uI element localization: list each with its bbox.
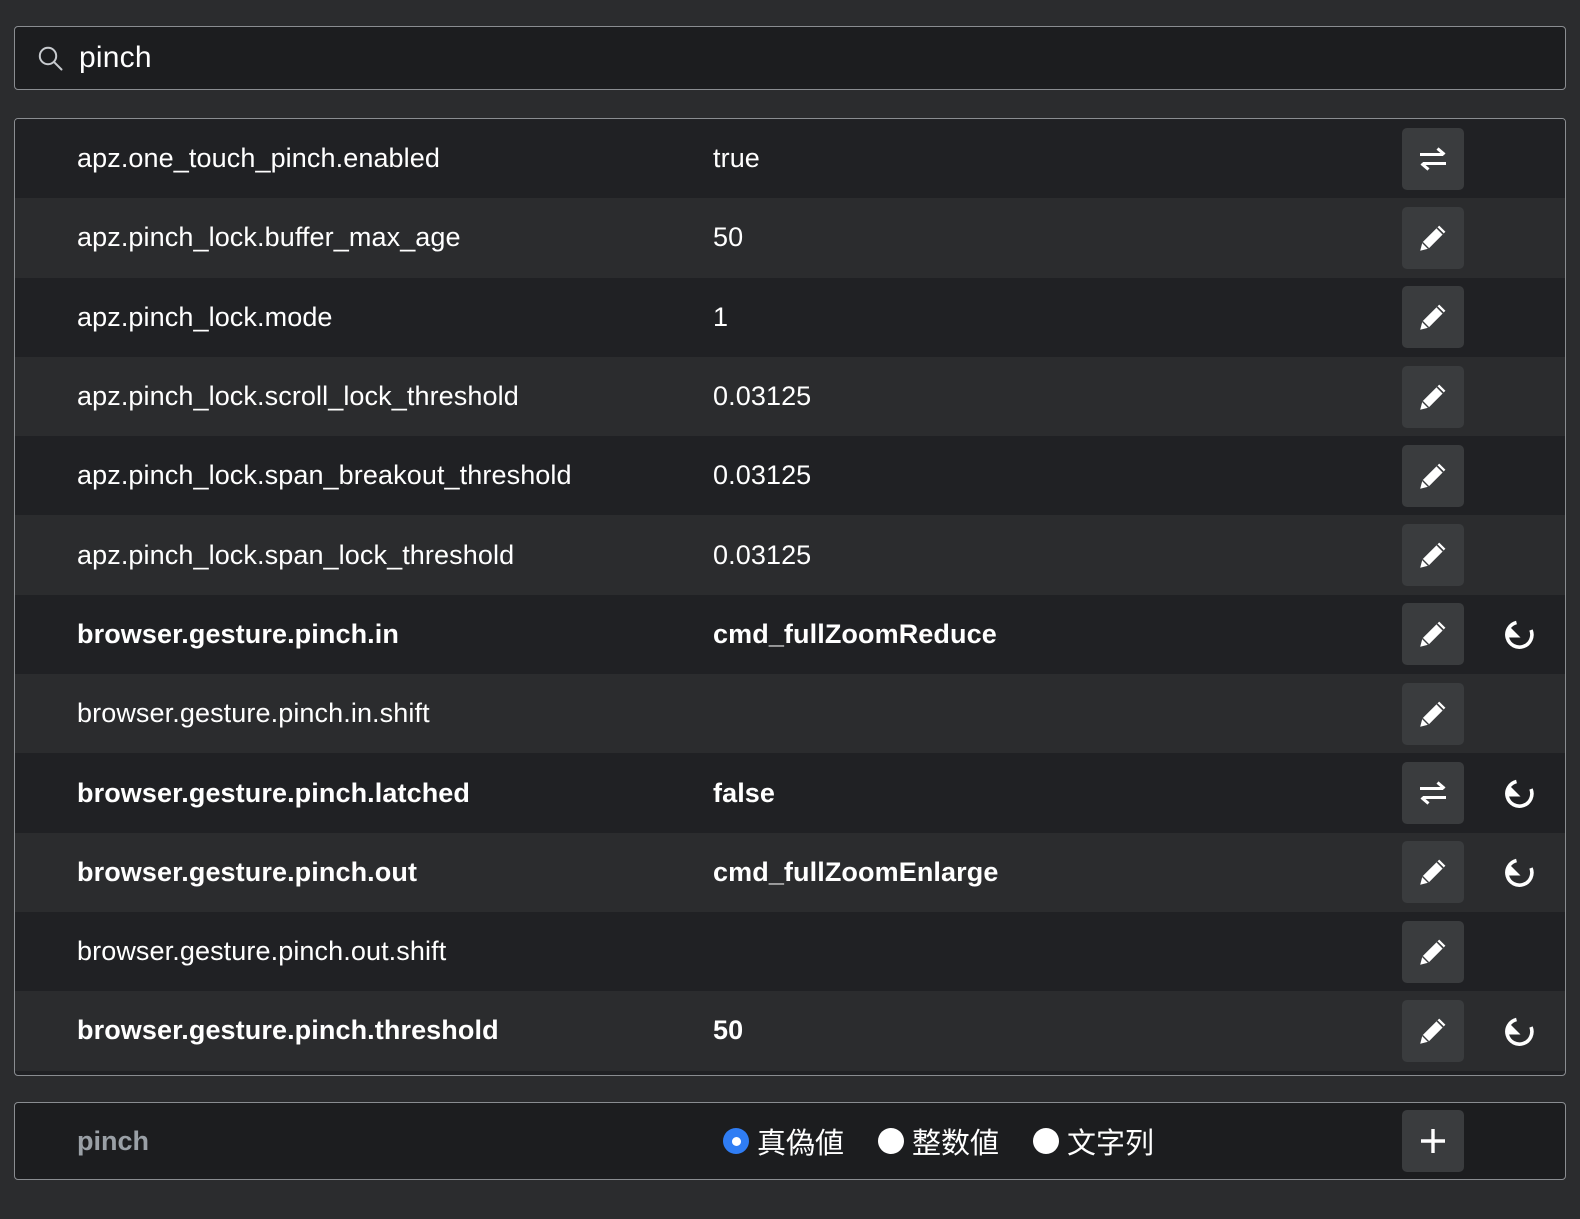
undo-icon bbox=[1499, 612, 1543, 656]
table-row[interactable]: apz.pinch_lock.mode 1 bbox=[15, 277, 1565, 357]
table-row[interactable]: browser.gesture.pinch.in cmd_fullZoomRedu… bbox=[15, 594, 1565, 675]
table-row[interactable]: browser.gesture.pinch.threshold 50 bbox=[15, 991, 1565, 1071]
table-row[interactable]: browser.gesture.pinch.in.shift bbox=[15, 674, 1565, 754]
edit-pref-button[interactable] bbox=[1402, 524, 1464, 587]
search-input[interactable]: pinch bbox=[14, 26, 1566, 90]
pref-name: apz.pinch_lock.scroll_lock_threshold bbox=[77, 381, 519, 412]
edit-pref-button[interactable] bbox=[1402, 841, 1464, 904]
table-row[interactable]: apz.pinch_lock.scroll_lock_threshold 0.03… bbox=[15, 356, 1565, 437]
pref-value: false bbox=[713, 777, 776, 808]
pref-name: apz.pinch_lock.buffer_max_age bbox=[77, 222, 461, 253]
reset-pref-button[interactable] bbox=[1493, 765, 1549, 821]
pref-value: 0.03125 bbox=[713, 539, 812, 570]
pencil-icon bbox=[1416, 459, 1450, 493]
pref-name: browser.gesture.pinch.in.shift bbox=[77, 698, 430, 729]
edit-pref-button[interactable] bbox=[1402, 682, 1464, 745]
pref-name: apz.pinch_lock.span_lock_threshold bbox=[77, 539, 515, 570]
pref-value: 0.03125 bbox=[713, 460, 812, 491]
table-row[interactable]: apz.pinch_lock.span_lock_threshold 0.0312… bbox=[15, 515, 1565, 595]
pref-value: cmd_fullZoomEnlarge bbox=[713, 856, 999, 887]
pref-value: cmd_fullZoomReduce bbox=[713, 618, 997, 649]
pref-value: 50 bbox=[713, 222, 744, 253]
edit-pref-button[interactable] bbox=[1402, 999, 1464, 1062]
table-row[interactable]: apz.one_touch_pinch.enabled true bbox=[15, 119, 1565, 199]
pref-value: 50 bbox=[713, 1015, 744, 1046]
reset-pref-button[interactable] bbox=[1493, 1003, 1549, 1059]
table-row[interactable]: browser.gesture.pinch.out.shift bbox=[15, 911, 1565, 992]
pencil-icon bbox=[1416, 221, 1450, 255]
pencil-icon bbox=[1416, 1014, 1450, 1048]
pencil-icon bbox=[1416, 855, 1450, 889]
add-pref-button[interactable] bbox=[1402, 1110, 1464, 1172]
toggle-icon bbox=[1415, 141, 1451, 177]
new-pref-name[interactable]: pinch bbox=[77, 1126, 149, 1157]
pencil-icon bbox=[1416, 300, 1450, 334]
toggle-pref-button[interactable] bbox=[1402, 762, 1464, 825]
undo-icon bbox=[1499, 771, 1543, 815]
pencil-icon bbox=[1416, 617, 1450, 651]
search-icon bbox=[35, 43, 65, 73]
edit-pref-button[interactable] bbox=[1402, 206, 1464, 269]
radio-button[interactable] bbox=[723, 1128, 749, 1154]
pref-type-option-0[interactable]: 真偽値 bbox=[723, 1120, 844, 1162]
edit-pref-button[interactable] bbox=[1402, 603, 1464, 666]
prefs-table: apz.one_touch_pinch.enabled true apz.pinch… bbox=[14, 118, 1566, 1076]
pencil-icon bbox=[1416, 380, 1450, 414]
pencil-icon bbox=[1416, 935, 1450, 969]
pref-name: browser.gesture.pinch.threshold bbox=[77, 1015, 499, 1046]
table-row[interactable]: browser.gesture.pinch.out cmd_fullZoomEnl… bbox=[15, 832, 1565, 912]
undo-icon bbox=[1499, 1009, 1543, 1053]
pref-name: apz.pinch_lock.span_breakout_threshold bbox=[77, 460, 572, 491]
radio-label: 文字列 bbox=[1067, 1126, 1155, 1160]
radio-label: 整数値 bbox=[912, 1126, 1000, 1160]
edit-pref-button[interactable] bbox=[1402, 365, 1464, 428]
pref-type-radio-group: 真偽値 整数値 文字列 bbox=[723, 1120, 1154, 1162]
edit-pref-button[interactable] bbox=[1402, 444, 1464, 507]
pref-name: browser.gesture.pinch.out.shift bbox=[77, 936, 447, 967]
undo-icon bbox=[1499, 850, 1543, 894]
pref-type-option-1[interactable]: 整数値 bbox=[878, 1120, 999, 1162]
pref-name: browser.gesture.pinch.in bbox=[77, 618, 399, 649]
reset-pref-button[interactable] bbox=[1493, 606, 1549, 662]
edit-pref-button[interactable] bbox=[1402, 286, 1464, 349]
search-input-value: pinch bbox=[79, 41, 152, 74]
table-row[interactable]: apz.pinch_lock.buffer_max_age 50 bbox=[15, 198, 1565, 278]
pref-value: 1 bbox=[713, 301, 729, 332]
pencil-icon bbox=[1416, 697, 1450, 731]
pref-value: true bbox=[713, 143, 760, 174]
pref-name: browser.gesture.pinch.latched bbox=[77, 777, 471, 808]
toggle-pref-button[interactable] bbox=[1402, 127, 1464, 190]
pref-name: apz.pinch_lock.mode bbox=[77, 301, 333, 332]
pref-type-option-2[interactable]: 文字列 bbox=[1033, 1120, 1154, 1162]
about-config-page: pinch apz.one_touch_pinch.enabled true apz… bbox=[0, 0, 1580, 1219]
radio-label: 真偽値 bbox=[757, 1126, 845, 1160]
radio-button[interactable] bbox=[878, 1128, 905, 1154]
pref-value: 0.03125 bbox=[713, 381, 812, 412]
edit-pref-button[interactable] bbox=[1402, 920, 1464, 983]
toggle-icon bbox=[1415, 775, 1451, 811]
pref-name: apz.one_touch_pinch.enabled bbox=[77, 143, 441, 174]
table-row[interactable]: apz.pinch_lock.span_breakout_threshold 0.… bbox=[15, 436, 1565, 516]
table-row[interactable]: browser.gesture.pinch.latched false bbox=[15, 753, 1565, 833]
pref-name: browser.gesture.pinch.out bbox=[77, 856, 418, 887]
reset-pref-button[interactable] bbox=[1493, 844, 1549, 900]
add-pref-bar: pinch 真偽値 整数値 文字列 bbox=[14, 1102, 1566, 1180]
pencil-icon bbox=[1416, 538, 1450, 572]
radio-button[interactable] bbox=[1033, 1128, 1060, 1154]
